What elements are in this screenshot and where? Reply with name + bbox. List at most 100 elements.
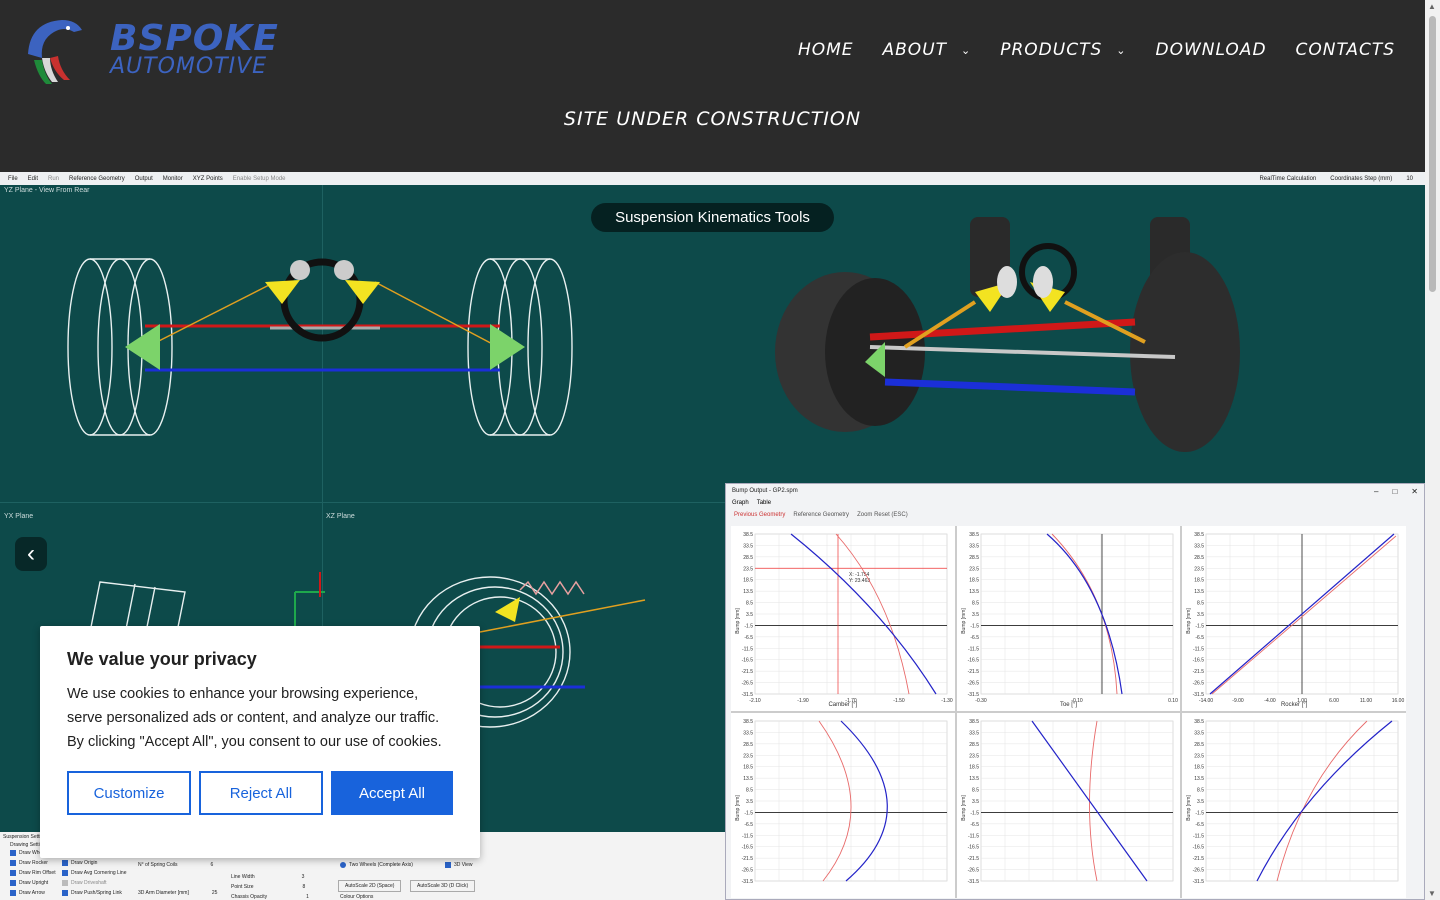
y-tick-label: 28.5 — [743, 742, 753, 748]
y-tick-label: -31.5 — [1193, 879, 1205, 885]
y-tick-label: 23.5 — [743, 753, 753, 759]
y-tick-label: 3.5 — [1197, 612, 1204, 618]
checkbox-icon — [10, 890, 16, 896]
bump-output-window: Bump Output - GP2.spm – □ ✕ Graph Table Pr… — [725, 483, 1425, 900]
logo[interactable]: BSPOKE AUTOMOTIVE — [18, 14, 308, 90]
y-tick-label: -1.5 — [1196, 623, 1205, 629]
y-tick-label: -16.5 — [967, 658, 979, 664]
pane-label-yx: YX Plane — [4, 513, 34, 520]
y-tick-label: -26.5 — [742, 681, 754, 687]
brand-name: BSPOKE — [110, 18, 279, 59]
y-tick-label: -11.5 — [1193, 833, 1204, 839]
plot-toe: 38.5 33.5 28.5 23.5 18.5 13.5 8.5 3.5 -1.5 -6.5 -1… — [956, 526, 1181, 711]
nav-contacts[interactable]: CONTACTS — [1296, 40, 1395, 60]
checkbox-icon — [10, 860, 16, 866]
window-titlebar: Bump Output - GP2.spm – □ ✕ — [726, 484, 1424, 498]
y-tick-label: 13.5 — [969, 776, 979, 782]
y-tick-label: 33.5 — [743, 730, 753, 736]
minimize-icon: – — [1374, 486, 1379, 496]
setting-value: 25 — [211, 890, 218, 896]
reject-all-button[interactable]: Reject All — [198, 771, 323, 815]
page-scrollbar[interactable]: ▲ ▼ — [1425, 0, 1440, 900]
y-tick-label: -31.5 — [967, 879, 979, 885]
nav-about[interactable]: ABOUT ⌄ — [883, 40, 972, 60]
slider-prev-button[interactable]: ‹ — [15, 537, 47, 571]
y-tick-label: -1.5 — [744, 810, 753, 816]
3d-view-drawing — [775, 217, 1240, 452]
plot-rocker: 38.5 33.5 28.5 23.5 18.5 13.5 8.5 3.5 -1.5 -6.5 -1… — [1182, 526, 1406, 711]
cursor-readout: Y: 23.463 — [849, 578, 870, 584]
customize-button[interactable]: Customize — [67, 771, 191, 815]
y-tick-label: -21.5 — [1193, 856, 1205, 862]
chevron-down-icon[interactable]: ⌄ — [961, 44, 971, 57]
y-tick-label: -16.5 — [1193, 845, 1205, 851]
y-tick-label: -16.5 — [742, 658, 754, 664]
checkbox-icon — [62, 870, 68, 876]
scroll-down-icon[interactable]: ▼ — [1428, 889, 1436, 898]
y-tick-label: 33.5 — [969, 730, 979, 736]
y-tick-label: -11.5 — [1193, 646, 1204, 652]
setting-label: Draw Avg Cornering Line — [71, 870, 127, 876]
y-tick-label: -26.5 — [1193, 681, 1205, 687]
y-tick-label: 18.5 — [1195, 578, 1205, 584]
setting-label: Draw Rocker — [19, 860, 48, 866]
plot-4-canvas: 38.5 33.5 28.5 23.5 18.5 13.5 8.5 3.5 -1.5 -6.5 -1… — [735, 719, 948, 885]
autoscale-3d-button: AutoScale 3D (D Click) — [417, 883, 469, 889]
plot-camber-canvas: 38.5 33.5 28.5 23.5 18.5 13.5 8.5 3.5 -1.5 -6.5 -1… — [735, 532, 953, 704]
site-header: BSPOKE AUTOMOTIVE HOME ABOUT ⌄ PRODUCTS ⌄ … — [0, 0, 1425, 172]
y-tick-label: 23.5 — [969, 753, 979, 759]
y-tick-label: 23.5 — [743, 566, 753, 572]
construction-banner: SITE UNDER CONSTRUCTION — [563, 108, 862, 130]
y-tick-label: 33.5 — [969, 543, 979, 549]
y-tick-label: 8.5 — [1197, 601, 1204, 607]
y-tick-label: 3.5 — [746, 799, 753, 805]
accept-all-button[interactable]: Accept All — [330, 771, 453, 815]
y-tick-label: -26.5 — [1193, 868, 1205, 874]
setting-label: Draw Rim Offset — [19, 870, 56, 876]
plot-4: 38.5 33.5 28.5 23.5 18.5 13.5 8.5 3.5 -1.5 -6.5 -1… — [731, 713, 955, 898]
close-icon: ✕ — [1411, 486, 1418, 496]
y-tick-label: 18.5 — [1195, 765, 1205, 771]
chevron-down-icon[interactable]: ⌄ — [1116, 44, 1126, 57]
nav-download[interactable]: DOWNLOAD — [1155, 40, 1266, 60]
y-tick-label: -6.5 — [970, 635, 979, 641]
checkbox-icon — [10, 880, 16, 886]
checkbox-icon — [62, 890, 68, 896]
y-tick-label: -6.5 — [970, 822, 979, 828]
slide-caption: Suspension Kinematics Tools — [591, 203, 834, 232]
plot-xlabel: Rocker [°] — [1280, 702, 1308, 708]
y-tick-label: -26.5 — [967, 868, 979, 874]
y-axis-label: Bump [mm] — [735, 795, 741, 821]
y-tick-label: 28.5 — [1195, 555, 1205, 561]
scroll-up-icon[interactable]: ▲ — [1428, 2, 1436, 11]
setting-label: Draw Push/Spring Link — [71, 890, 122, 896]
y-tick-label: 3.5 — [1197, 799, 1204, 805]
plot-camber: 38.5 33.5 28.5 23.5 18.5 13.5 8.5 3.5 -1.5 -6.5 -1… — [731, 526, 955, 711]
y-tick-label: 13.5 — [743, 589, 753, 595]
eagle-logo-icon — [28, 20, 82, 84]
cookie-body: We use cookies to enhance your browsing … — [67, 686, 442, 750]
nav-products[interactable]: PRODUCTS ⌄ — [1000, 40, 1126, 60]
zoom-reset-option: Zoom Reset (ESC) — [857, 512, 908, 518]
y-tick-label: 3.5 — [972, 799, 979, 805]
setting-label: Draw Arrow — [19, 890, 45, 896]
window-title: Bump Output - GP2.spm — [732, 488, 798, 494]
y-tick-label: -1.5 — [744, 623, 753, 629]
checkbox-icon — [10, 850, 16, 856]
y-tick-label: 38.5 — [743, 532, 753, 538]
scrollbar-thumb[interactable] — [1429, 16, 1436, 292]
y-tick-label: 13.5 — [1195, 589, 1205, 595]
setting-value: 8 — [302, 884, 306, 890]
menu-reference-geometry: Reference Geometry — [69, 175, 125, 182]
y-axis-label: Bump [mm] — [961, 795, 967, 821]
setting-label: Point Size — [231, 884, 254, 890]
y-tick-label: -1.5 — [1196, 810, 1205, 816]
reference-geometry-option: Reference Geometry — [793, 512, 850, 518]
y-tick-label: 33.5 — [1195, 730, 1205, 736]
y-tick-label: 38.5 — [969, 719, 979, 725]
y-tick-label: 38.5 — [1195, 532, 1205, 538]
tab-table: Table — [756, 500, 772, 506]
setting-label: 3D View — [454, 862, 473, 868]
nav-home[interactable]: HOME — [798, 40, 854, 60]
y-tick-label: 13.5 — [1195, 776, 1205, 782]
